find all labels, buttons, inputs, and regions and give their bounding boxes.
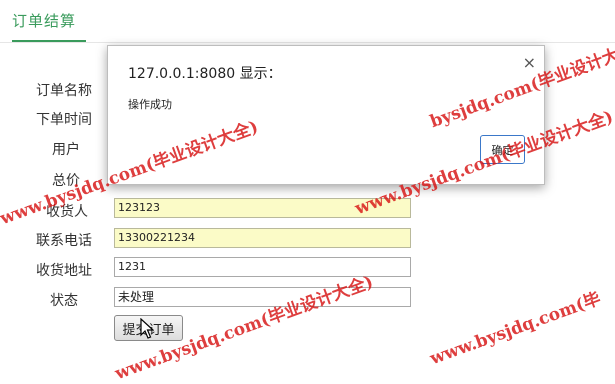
receiver-label: 收货人 [46, 204, 88, 220]
receiver-field[interactable]: 123123 [114, 198, 411, 218]
order-name-label: 订单名称 [36, 83, 92, 99]
tab-order-checkout[interactable]: 订单结算 [12, 10, 76, 31]
ok-button[interactable]: 确定 [480, 135, 525, 164]
total-label: 总价 [52, 173, 80, 189]
user-label: 用户 [52, 142, 80, 158]
phone-field[interactable]: 13300221234 [114, 228, 411, 248]
close-icon[interactable]: × [523, 53, 536, 72]
status-label: 状态 [50, 293, 78, 309]
address-field[interactable]: 1231 [114, 257, 411, 277]
order-time-label: 下单时间 [36, 112, 92, 128]
alert-dialog: 127.0.0.1:8080 显示： × 操作成功 确定 [107, 45, 545, 185]
dialog-title: 127.0.0.1:8080 显示： [128, 66, 282, 82]
mouse-pointer-icon [140, 318, 154, 339]
address-label: 收货地址 [36, 263, 92, 279]
phone-label: 联系电话 [36, 233, 92, 249]
tab-bar: 订单结算 [0, 0, 615, 44]
tab-divider [0, 42, 615, 43]
dialog-message: 操作成功 [128, 98, 172, 111]
status-field[interactable]: 未处理 [114, 287, 411, 307]
watermark: www.bysjdq.com(毕 [427, 288, 604, 370]
